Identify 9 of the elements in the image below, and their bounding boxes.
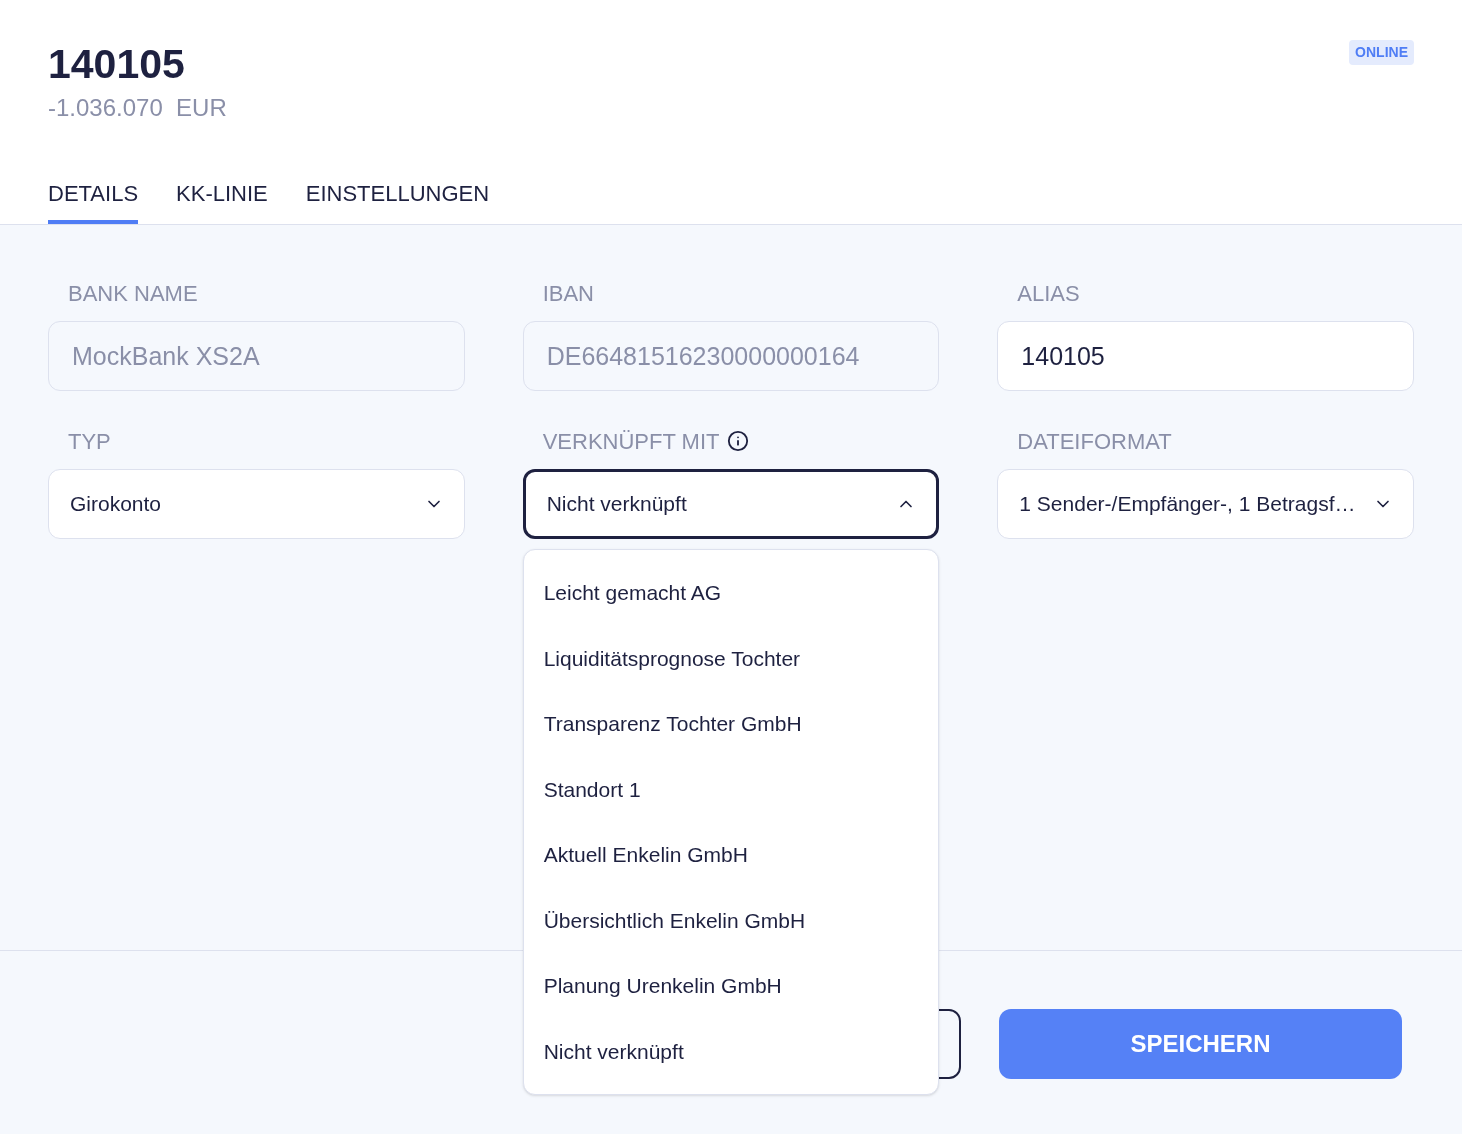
account-balance: -1.036.070 EUR: [48, 93, 227, 123]
field-label: IBAN: [542, 279, 594, 308]
field-label: VERKNÜPFT MIT: [542, 427, 720, 456]
field-label: TYP: [68, 427, 111, 456]
field-label: DATEIFORMAT: [1017, 427, 1172, 456]
field-label: BANK NAME: [68, 279, 198, 308]
status-badge: ONLINE: [1349, 40, 1414, 65]
field-label: ALIAS: [1017, 279, 1080, 308]
account-title: 140105: [48, 40, 186, 88]
